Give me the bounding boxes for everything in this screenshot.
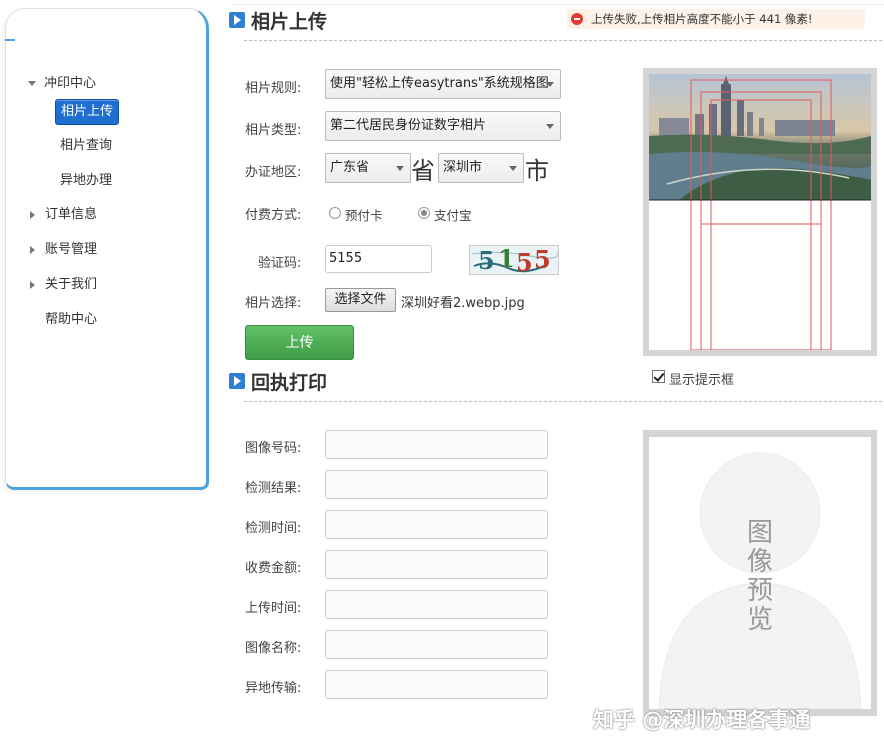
city-select[interactable]: 深圳市 bbox=[438, 153, 524, 183]
fee-field[interactable] bbox=[325, 550, 548, 579]
radio-prepaid-label[interactable]: 预付卡 bbox=[345, 205, 383, 224]
section-play-icon bbox=[229, 373, 245, 389]
sidebar-item-remote-service[interactable]: 异地办理 bbox=[55, 169, 117, 193]
upload-time-field[interactable] bbox=[325, 590, 548, 619]
sidebar: 冲印中心 相片上传 相片查询 异地办理 订单信息 账号管理 关于我们 帮助中心 bbox=[5, 8, 209, 490]
image-name-field[interactable] bbox=[325, 630, 548, 659]
sidebar-item-help[interactable]: 帮助中心 bbox=[45, 309, 97, 331]
photo-preview bbox=[643, 68, 877, 356]
captcha-input[interactable]: 5155 bbox=[325, 245, 432, 273]
image-preview-canvas: 图像预览 bbox=[649, 437, 871, 709]
upload-section-title: 相片上传 bbox=[251, 11, 328, 33]
captcha-label: 验证码: bbox=[258, 256, 302, 271]
section-play-icon bbox=[229, 12, 245, 28]
photo-preview-canvas bbox=[649, 74, 871, 350]
field-label: 图像号码: bbox=[245, 441, 302, 456]
captcha-char: 1 bbox=[498, 245, 515, 273]
sidebar-accent bbox=[5, 39, 15, 41]
sidebar-item-account[interactable]: 账号管理 bbox=[28, 239, 97, 261]
captcha-image[interactable]: 5 1 5 5 bbox=[469, 245, 559, 275]
city-select-value: 深圳市 bbox=[443, 160, 483, 175]
choose-file-button[interactable]: 选择文件 bbox=[325, 288, 396, 312]
sidebar-item-about[interactable]: 关于我们 bbox=[28, 274, 97, 296]
region-label: 办证地区: bbox=[245, 165, 302, 180]
field-label: 上传时间: bbox=[245, 601, 302, 616]
sidebar-item-label: 账号管理 bbox=[45, 242, 98, 257]
captcha-char: 5 bbox=[534, 245, 551, 274]
field-label: 检测结果: bbox=[245, 481, 302, 496]
chevron-down-icon bbox=[546, 124, 554, 129]
type-label: 相片类型: bbox=[245, 123, 302, 138]
field-label: 检测时间: bbox=[245, 521, 302, 536]
image-number-field[interactable] bbox=[325, 430, 548, 459]
chevron-down-icon bbox=[509, 166, 517, 171]
sidebar-item-orders[interactable]: 订单信息 bbox=[28, 204, 97, 226]
file-name: 深圳好看2.webp.jpg bbox=[401, 296, 525, 311]
rule-select[interactable]: 使用"轻松上传easytrans"系统规格图 bbox=[325, 69, 561, 99]
sidebar-item-label: 订单信息 bbox=[45, 207, 98, 222]
radio-alipay-label[interactable]: 支付宝 bbox=[434, 205, 472, 224]
divider bbox=[244, 401, 882, 402]
error-message: 上传失败,上传相片高度不能小于 441 像素! bbox=[591, 12, 813, 26]
chevron-down-icon bbox=[546, 82, 554, 87]
chevron-right-icon bbox=[30, 280, 35, 289]
city-suffix: 市 bbox=[525, 157, 549, 185]
captcha-char: 5 bbox=[478, 246, 495, 275]
error-alert: 上传失败,上传相片高度不能小于 441 像素! bbox=[567, 9, 865, 29]
field-label: 图像名称: bbox=[245, 641, 302, 656]
province-select-value: 广东省 bbox=[330, 160, 370, 175]
uploaded-photo bbox=[649, 74, 871, 350]
sidebar-item-photo-query[interactable]: 相片查询 bbox=[55, 134, 117, 158]
error-icon bbox=[571, 13, 583, 25]
chevron-right-icon bbox=[30, 210, 35, 219]
show-guide-label[interactable]: 显示提示框 bbox=[669, 369, 734, 388]
receipt-section-title: 回执打印 bbox=[251, 372, 328, 394]
sidebar-item-print-center[interactable]: 冲印中心 bbox=[28, 73, 96, 95]
chevron-down-icon bbox=[396, 166, 404, 171]
image-preview: 图像预览 bbox=[643, 430, 877, 716]
radio-alipay[interactable] bbox=[418, 207, 430, 219]
rule-label: 相片规则: bbox=[245, 81, 302, 96]
show-guide-checkbox[interactable] bbox=[652, 370, 665, 383]
province-select[interactable]: 广东省 bbox=[325, 153, 411, 183]
preview-placeholder-text: 图像预览 bbox=[746, 518, 773, 635]
chevron-down-icon bbox=[28, 81, 36, 86]
province-suffix: 省 bbox=[411, 157, 435, 185]
captcha-char: 5 bbox=[516, 248, 533, 275]
upload-button[interactable]: 上传 bbox=[245, 325, 354, 360]
sidebar-item-photo-upload[interactable]: 相片上传 bbox=[55, 99, 120, 125]
sidebar-item-label: 冲印中心 bbox=[44, 76, 97, 91]
check-result-field[interactable] bbox=[325, 470, 548, 499]
field-label: 收费金额: bbox=[245, 561, 302, 576]
rule-select-value: 使用"轻松上传easytrans"系统规格图 bbox=[330, 76, 549, 91]
file-label: 相片选择: bbox=[245, 296, 302, 311]
sidebar-item-label: 关于我们 bbox=[45, 277, 98, 292]
type-select[interactable]: 第二代居民身份证数字相片 bbox=[325, 111, 561, 141]
field-label: 异地传输: bbox=[245, 681, 302, 696]
type-select-value: 第二代居民身份证数字相片 bbox=[330, 118, 487, 133]
watermark: 知乎 @深圳办理各事通 bbox=[593, 708, 811, 732]
check-time-field[interactable] bbox=[325, 510, 548, 539]
divider bbox=[244, 40, 882, 41]
pay-label: 付费方式: bbox=[245, 208, 302, 223]
remote-transfer-field[interactable] bbox=[325, 670, 548, 699]
top-divider bbox=[230, 4, 884, 5]
chevron-right-icon bbox=[30, 245, 35, 254]
radio-prepaid[interactable] bbox=[329, 207, 341, 219]
